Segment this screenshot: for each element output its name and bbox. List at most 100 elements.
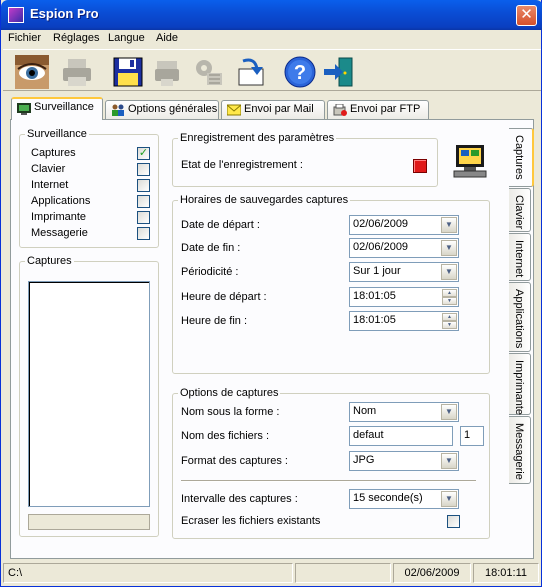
nom-fichiers-label: Nom des fichiers : — [181, 430, 270, 442]
applications-checkbox[interactable] — [137, 195, 150, 208]
vtab-label: Applications — [513, 289, 525, 349]
vtab-clavier[interactable]: Clavier — [509, 188, 531, 232]
status-path: C:\ — [3, 563, 293, 583]
mail-icon — [226, 104, 242, 116]
floppy-disk-icon[interactable] — [109, 53, 145, 89]
spin-down-icon[interactable]: ▼ — [442, 297, 457, 305]
tab-surveillance[interactable]: Surveillance — [11, 97, 103, 120]
gears-icon[interactable] — [189, 53, 225, 89]
tab-label: Options générales — [128, 103, 218, 115]
group-title: Options de captures — [180, 387, 279, 399]
computer-screen-icon[interactable] — [452, 143, 490, 179]
combo-value: JPG — [353, 454, 375, 466]
tab-label: Envoi par FTP — [350, 103, 421, 115]
chevron-down-icon[interactable]: ▼ — [441, 217, 457, 233]
divider — [181, 480, 476, 482]
nom-forme-label: Nom sous la forme : — [181, 406, 280, 418]
eye-icon[interactable] — [13, 53, 49, 89]
printer-icon[interactable] — [58, 53, 94, 89]
tab-options-generales[interactable]: Options générales — [105, 100, 219, 119]
surveillance-label-applications: Applications — [31, 195, 91, 207]
download-arrow-icon[interactable] — [233, 53, 269, 89]
spin-up-icon[interactable]: ▲ — [442, 313, 457, 321]
menu-bar: Fichier Réglages Langue Aide — [1, 30, 541, 48]
clavier-checkbox[interactable] — [137, 163, 150, 176]
surveillance-label-messagerie: Messagerie — [31, 227, 88, 239]
date-depart-label: Date de départ : — [181, 219, 260, 231]
users-icon — [111, 104, 125, 116]
close-button[interactable]: ✕ — [516, 5, 537, 26]
spin-value: 18:01:05 — [353, 314, 396, 326]
etat-enregistrement-label: Etat de l'enregistrement : — [181, 159, 303, 171]
combo-value: 02/06/2009 — [353, 241, 409, 253]
tab-label: Surveillance — [34, 101, 94, 113]
heure-depart-spinner[interactable]: 18:01:05 ▲ ▼ — [349, 287, 459, 307]
combo-value: 15 seconde(s) — [353, 492, 423, 504]
group-title: Surveillance — [27, 128, 87, 140]
vtab-captures[interactable]: Captures — [509, 128, 534, 187]
app-icon — [8, 7, 24, 23]
status-time: 18:01:11 — [473, 563, 539, 583]
chevron-down-icon[interactable]: ▼ — [441, 491, 457, 507]
vtab-imprimante[interactable]: Imprimante — [509, 353, 531, 415]
nom-forme-select[interactable]: Nom ▼ — [349, 402, 459, 422]
date-fin-picker[interactable]: 02/06/2009 ▼ — [349, 238, 459, 258]
intervalle-captures-select[interactable]: 15 seconde(s) ▼ — [349, 489, 459, 509]
status-bar: C:\ 02/06/2009 18:01:11 — [3, 563, 541, 584]
captures-list[interactable] — [28, 281, 150, 507]
chevron-down-icon[interactable]: ▼ — [441, 240, 457, 256]
captures-progress-bar — [28, 514, 150, 530]
svg-text:?: ? — [294, 62, 306, 84]
window-title: Espion Pro — [30, 6, 99, 21]
menu-reglages[interactable]: Réglages — [53, 32, 99, 44]
main-window: Espion Pro ✕ Fichier Réglages Langue Aid… — [0, 0, 542, 587]
printer-stack-icon[interactable] — [149, 53, 185, 89]
chevron-down-icon[interactable]: ▼ — [441, 453, 457, 469]
vtab-label: Captures — [513, 135, 525, 180]
status-empty-panel — [295, 563, 391, 583]
group-title: Captures — [27, 255, 72, 267]
group-title: Enregistrement des paramètres — [180, 132, 335, 144]
nom-fichiers-input[interactable]: defaut — [349, 426, 453, 446]
messagerie-checkbox[interactable] — [137, 227, 150, 240]
tab-envoi-mail[interactable]: Envoi par Mail — [221, 100, 325, 119]
vtab-label: Imprimante — [513, 360, 525, 416]
menu-fichier[interactable]: Fichier — [8, 32, 41, 44]
surveillance-label-captures: Captures — [31, 147, 76, 159]
vtab-internet[interactable]: Internet — [509, 233, 531, 281]
ftp-icon — [333, 103, 347, 116]
periodicite-label: Périodicité : — [181, 266, 239, 278]
title-bar[interactable]: Espion Pro ✕ — [1, 0, 542, 30]
vtab-applications[interactable]: Applications — [509, 282, 531, 352]
internet-checkbox[interactable] — [137, 179, 150, 192]
vtab-label: Messagerie — [513, 423, 525, 480]
status-date: 02/06/2009 — [393, 563, 471, 583]
nom-fichiers-index-input[interactable]: 1 — [460, 426, 484, 446]
combo-value: Nom — [353, 405, 377, 417]
menu-langue[interactable]: Langue — [108, 32, 145, 44]
heure-fin-spinner[interactable]: 18:01:05 ▲ ▼ — [349, 311, 459, 331]
menu-aide[interactable]: Aide — [156, 32, 178, 44]
captures-checkbox[interactable]: ✓ — [137, 147, 150, 160]
monitor-icon — [17, 103, 31, 115]
surveillance-panel: Surveillance Captures ✓ Clavier Internet… — [10, 119, 534, 559]
spin-down-icon[interactable]: ▼ — [442, 321, 457, 329]
chevron-down-icon[interactable]: ▼ — [441, 404, 457, 420]
heure-fin-label: Heure de fin : — [181, 315, 248, 327]
record-state-button[interactable] — [413, 159, 427, 173]
spin-value: 18:01:05 — [353, 290, 396, 302]
help-icon[interactable]: ? — [281, 53, 317, 89]
tab-envoi-ftp[interactable]: Envoi par FTP — [327, 100, 429, 119]
group-title: Horaires de sauvegardes captures — [180, 194, 349, 206]
exit-door-icon[interactable] — [319, 53, 355, 89]
periodicite-select[interactable]: Sur 1 jour ▼ — [349, 262, 459, 282]
date-depart-picker[interactable]: 02/06/2009 ▼ — [349, 215, 459, 235]
imprimante-checkbox[interactable] — [137, 211, 150, 224]
chevron-down-icon[interactable]: ▼ — [441, 264, 457, 280]
vtab-messagerie[interactable]: Messagerie — [509, 416, 531, 484]
ecraser-fichiers-checkbox[interactable] — [447, 515, 460, 528]
combo-value: 02/06/2009 — [353, 218, 409, 230]
spin-up-icon[interactable]: ▲ — [442, 289, 457, 297]
vtab-label: Internet — [513, 240, 525, 278]
format-captures-select[interactable]: JPG ▼ — [349, 451, 459, 471]
